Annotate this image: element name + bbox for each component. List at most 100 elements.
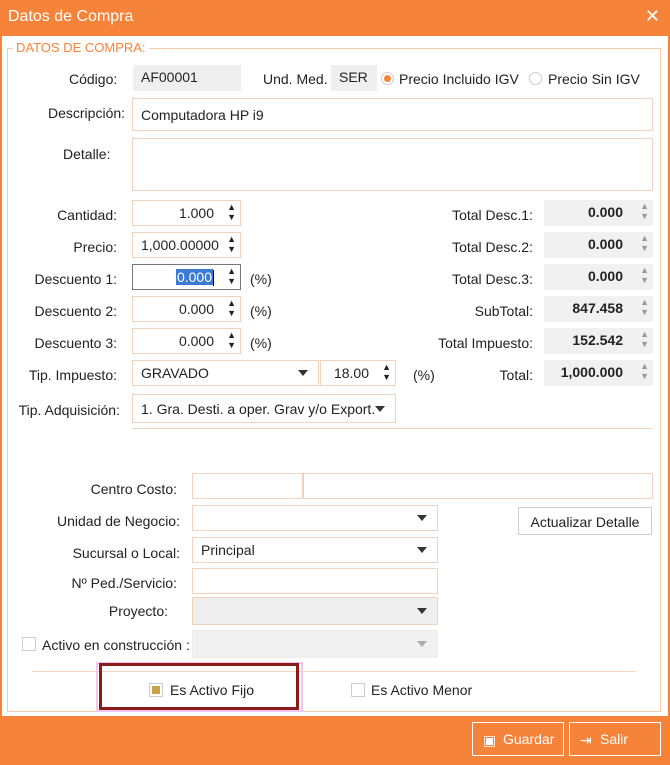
cantidad-spinner-icon[interactable]: ▲ ▼ — [226, 202, 236, 222]
total-desc3-field: 0.000 ▲ ▼ — [544, 264, 653, 290]
precio-label: Precio: — [73, 239, 117, 255]
total-field: 1,000.000 ▲ ▼ — [544, 360, 653, 386]
guardar-button[interactable]: ▣ Guardar — [472, 722, 564, 756]
save-icon: ▣ — [483, 732, 497, 748]
footer-bar: ▣ Guardar ⇥ Salir — [0, 716, 670, 765]
spinner-icon: ▲ ▼ — [640, 233, 649, 253]
exit-icon: ⇥ — [580, 732, 592, 748]
spinner-icon: ▲ ▼ — [640, 361, 649, 381]
chevron-down-icon[interactable] — [417, 547, 427, 553]
es-activo-fijo-checkbox[interactable] — [149, 683, 163, 697]
es-activo-menor-checkbox[interactable] — [351, 683, 365, 697]
guardar-label: Guardar — [503, 731, 555, 747]
precio-sin-igv-radio[interactable] — [529, 72, 542, 85]
proyecto-label: Proyecto: — [108, 603, 168, 619]
descuento2-value: 0.000 — [178, 301, 214, 317]
spinner-icon: ▲ ▼ — [640, 265, 649, 285]
descuento1-label: Descuento 1: — [34, 271, 118, 287]
descuento3-spinner-icon[interactable]: ▲ ▼ — [226, 330, 236, 350]
tip-adquisicion-select[interactable]: 1. Gra. Desti. a oper. Grav y/o Export. — [132, 394, 396, 423]
total-desc3-label: Total Desc.3: — [452, 271, 533, 287]
chevron-down-icon[interactable] — [375, 406, 385, 412]
salir-label: Salir — [600, 731, 629, 747]
cantidad-label: Cantidad: — [57, 207, 117, 223]
subtotal-label: SubTotal: — [474, 303, 533, 319]
descuento1-unit: (%) — [250, 271, 272, 287]
tip-adquisicion-label: Tip. Adquisición: — [18, 402, 120, 418]
precio-incluido-label[interactable]: Precio Incluido IGV — [399, 71, 519, 87]
ped-servicio-input[interactable] — [192, 568, 438, 594]
precio-spinner-icon[interactable]: ▲ ▼ — [226, 234, 236, 254]
cantidad-input[interactable]: 1.000 ▲ ▼ — [132, 200, 241, 226]
centro-costo-name-input[interactable] — [303, 473, 653, 499]
total-label: Total: — [499, 367, 533, 383]
es-activo-fijo-label[interactable]: Es Activo Fijo — [170, 682, 254, 698]
total-impuesto-value: 152.542 — [572, 332, 623, 348]
sucursal-select[interactable]: Principal — [192, 537, 438, 563]
cantidad-value: 1.000 — [178, 205, 214, 221]
es-activo-menor-label[interactable]: Es Activo Menor — [371, 682, 472, 698]
centro-costo-code-input[interactable] — [192, 473, 303, 499]
descuento2-label: Descuento 2: — [34, 303, 118, 319]
precio-incluido-radio[interactable] — [381, 72, 394, 85]
proyecto-select[interactable] — [192, 597, 438, 625]
centro-costo-label: Centro Costo: — [90, 481, 177, 497]
tasa-impuesto-input[interactable]: 18.00 ▲ ▼ — [320, 360, 396, 386]
close-icon[interactable]: ✕ — [645, 6, 660, 27]
descuento2-unit: (%) — [250, 303, 272, 319]
descuento3-input[interactable]: 0.000 ▲ ▼ — [132, 328, 241, 354]
detalle-textarea[interactable] — [132, 138, 653, 191]
descuento1-value: 0.000 — [175, 269, 213, 285]
tip-impuesto-select[interactable]: GRAVADO — [132, 360, 319, 386]
descripcion-label: Descripción: — [48, 105, 126, 121]
spinner-icon: ▲ ▼ — [640, 201, 649, 221]
activo-construccion-select — [192, 630, 438, 658]
precio-value: 1,000.00000 — [141, 237, 219, 253]
activo-construccion-checkbox[interactable] — [22, 637, 36, 651]
total-value: 1,000.000 — [560, 364, 623, 380]
total-desc2-label: Total Desc.2: — [452, 239, 533, 255]
divider — [132, 428, 653, 429]
chevron-down-icon — [417, 641, 427, 647]
descuento3-value: 0.000 — [178, 333, 214, 349]
codigo-field: AF00001 — [133, 65, 241, 91]
chevron-down-icon[interactable] — [417, 608, 427, 614]
descuento3-unit: (%) — [250, 335, 272, 351]
sucursal-label: Sucursal o Local: — [72, 545, 180, 561]
total-desc2-value: 0.000 — [587, 236, 623, 252]
descuento2-spinner-icon[interactable]: ▲ ▼ — [226, 298, 236, 318]
total-desc1-value: 0.000 — [587, 204, 623, 220]
total-impuesto-field: 152.542 ▲ ▼ — [544, 328, 653, 354]
fieldset-legend: DATOS DE COMPRA: — [13, 40, 149, 55]
precio-input[interactable]: 1,000.00000 ▲ ▼ — [132, 232, 241, 258]
subtotal-value: 847.458 — [572, 300, 623, 316]
tip-impuesto-label: Tip. Impuesto: — [28, 367, 117, 383]
detalle-label: Detalle: — [63, 146, 111, 162]
spinner-icon: ▲ ▼ — [640, 329, 649, 349]
descuento1-spinner-icon[interactable]: ▲ ▼ — [226, 266, 236, 286]
ped-servicio-label: Nº Ped./Servicio: — [71, 575, 178, 591]
spinner-icon: ▲ ▼ — [640, 297, 649, 317]
total-desc1-field: 0.000 ▲ ▼ — [544, 200, 653, 226]
tasa-spinner-icon[interactable]: ▲ ▼ — [381, 362, 391, 382]
chevron-down-icon[interactable] — [417, 515, 427, 521]
total-desc2-field: 0.000 ▲ ▼ — [544, 232, 653, 258]
und-med-field: SER — [331, 65, 377, 91]
unidad-negocio-select[interactable] — [192, 505, 438, 531]
subtotal-field: 847.458 ▲ ▼ — [544, 296, 653, 322]
und-med-label: Und. Med. — [263, 71, 328, 87]
actualizar-detalle-button[interactable]: Actualizar Detalle — [518, 507, 652, 535]
precio-sin-igv-label[interactable]: Precio Sin IGV — [548, 71, 640, 87]
chevron-down-icon[interactable] — [298, 370, 308, 376]
descuento1-input[interactable]: 0.000 ▲ ▼ — [132, 264, 241, 290]
sucursal-value: Principal — [201, 542, 255, 558]
tasa-impuesto-value: 18.00 — [333, 365, 369, 381]
descuento3-label: Descuento 3: — [34, 335, 118, 351]
tip-adquisicion-value: 1. Gra. Desti. a oper. Grav y/o Export. — [141, 401, 376, 417]
codigo-label: Código: — [69, 71, 118, 87]
salir-button[interactable]: ⇥ Salir — [569, 722, 661, 756]
descuento2-input[interactable]: 0.000 ▲ ▼ — [132, 296, 241, 322]
text-caret — [213, 270, 214, 287]
title-bar: Datos de Compra ✕ — [0, 0, 670, 36]
descripcion-input[interactable]: Computadora HP i9 — [132, 98, 653, 131]
